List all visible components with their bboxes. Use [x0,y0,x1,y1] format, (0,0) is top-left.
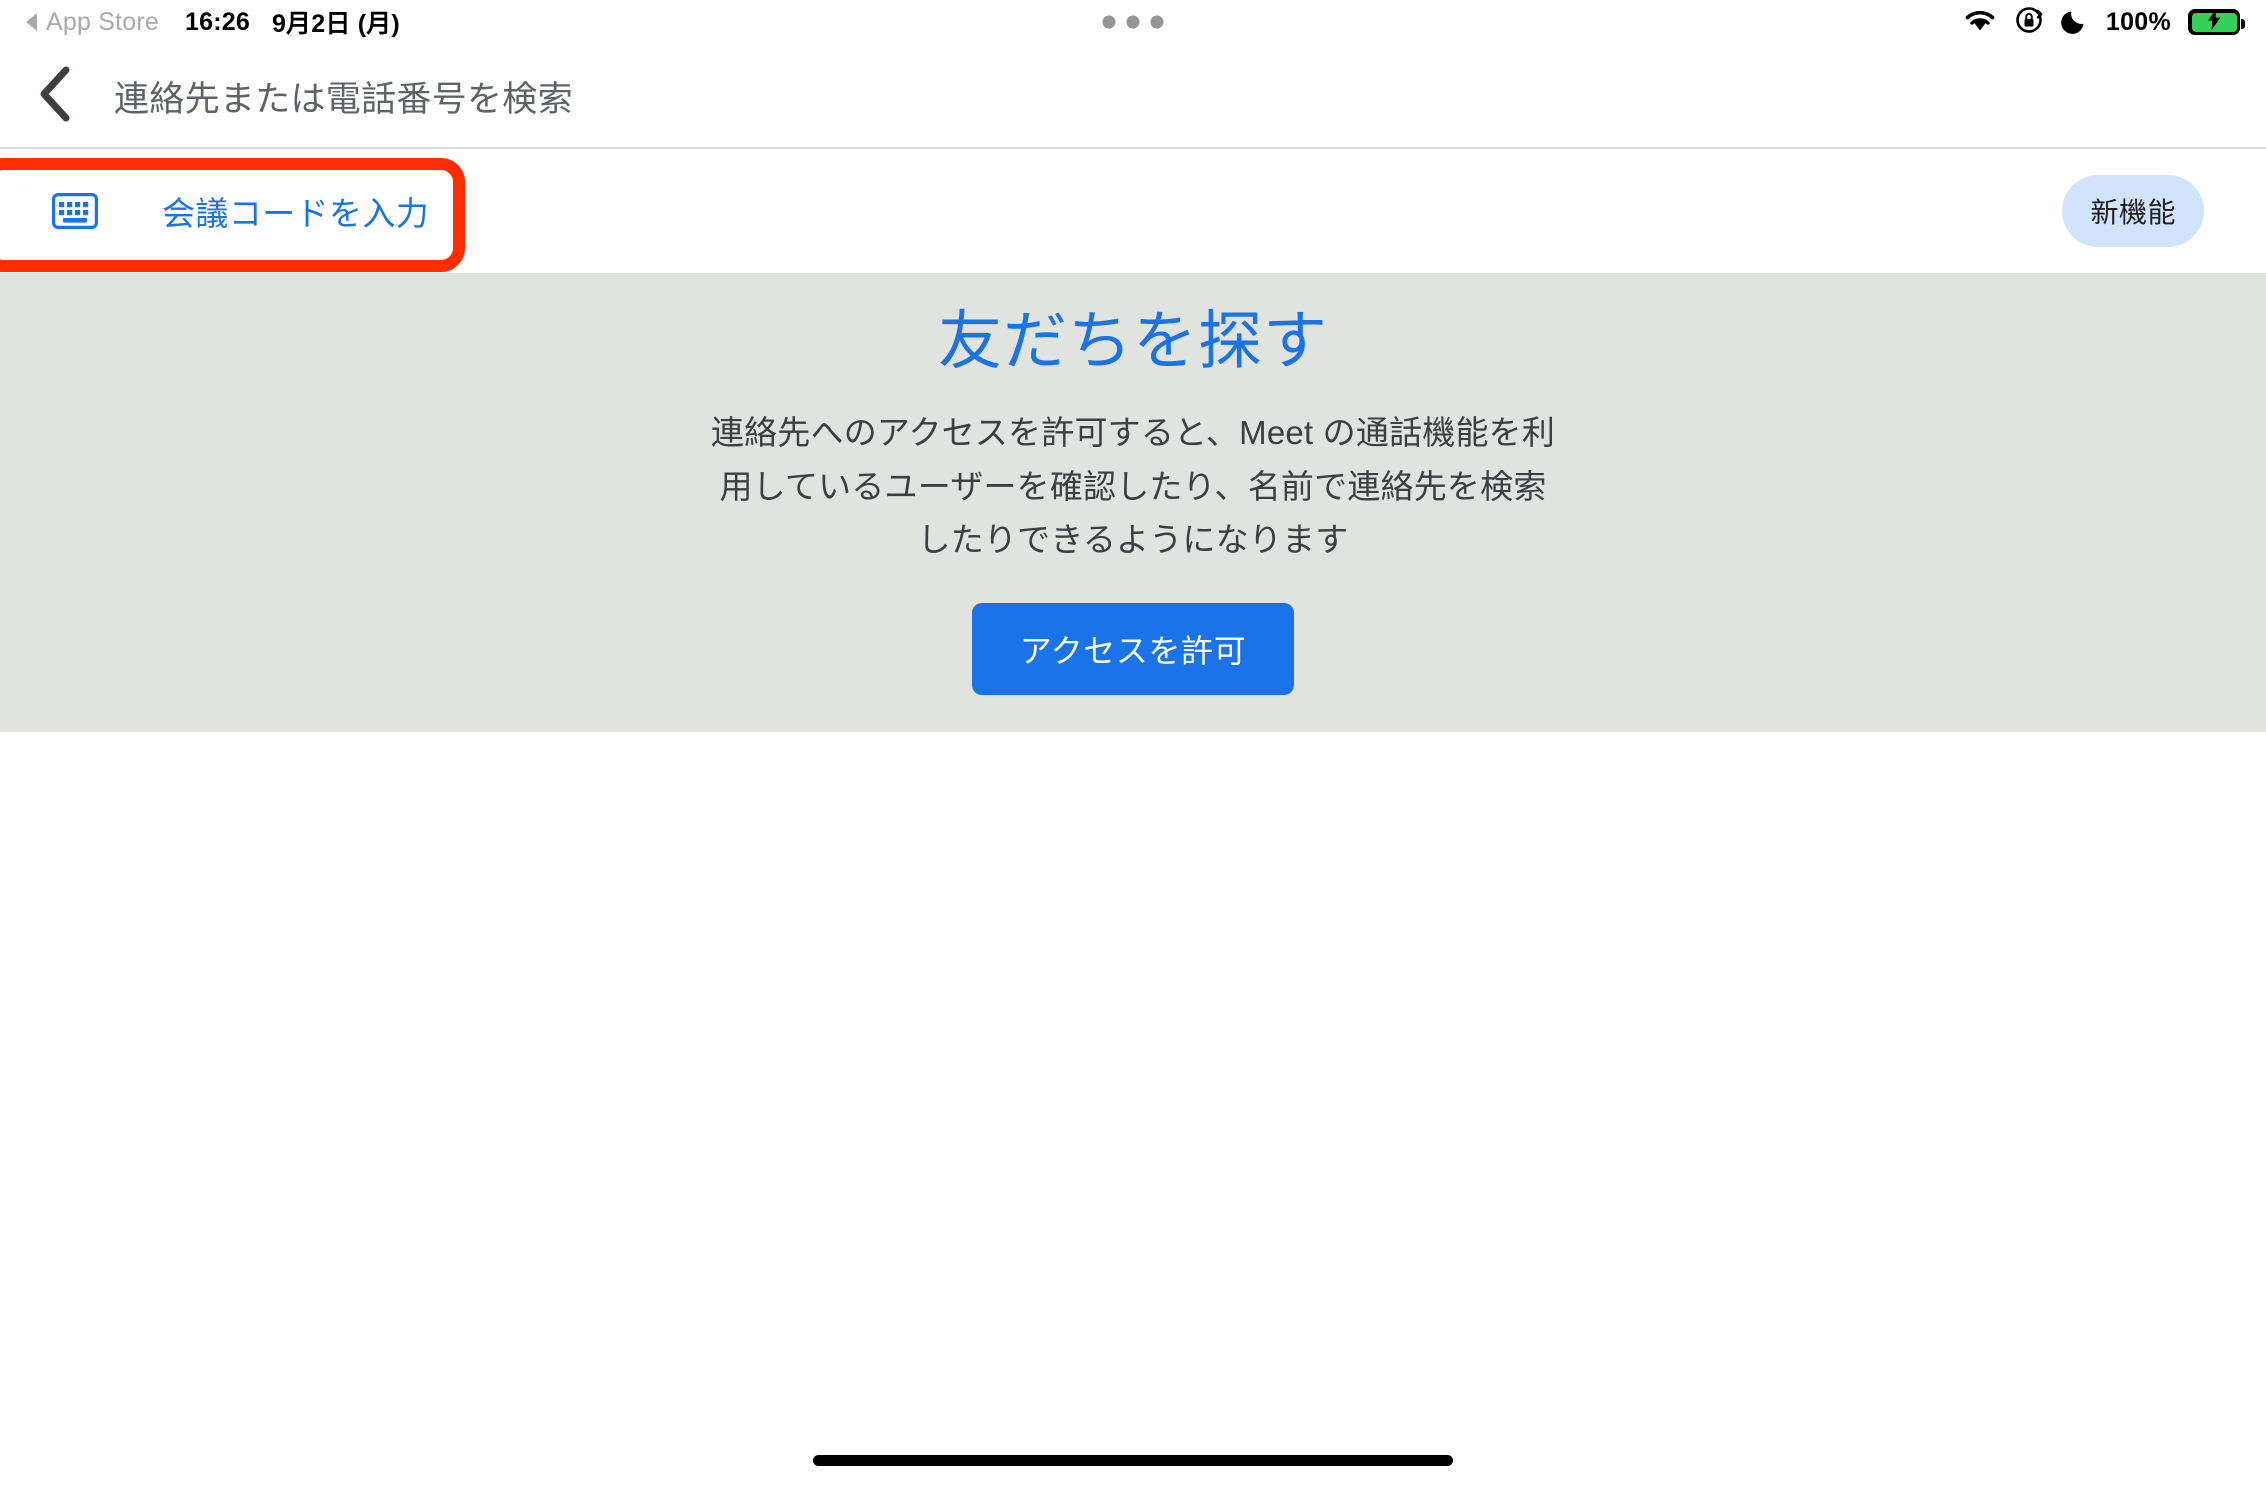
rotation-lock-icon [2014,5,2044,40]
status-bar-right: 100% [1963,5,2245,40]
battery-percent-label: 100% [2105,7,2171,36]
status-bar-left: App Store 16:26 9月2日 (月) [26,4,400,40]
status-bar-time: 16:26 [184,7,250,36]
dot [1102,15,1116,29]
three-dots-icon[interactable] [1102,15,1164,29]
triangle-left-icon[interactable] [26,13,37,31]
meeting-code-row[interactable]: 会議コードを入力 新機能 [0,149,2266,273]
panel-title: 友だちを探す [938,305,1328,377]
back-button[interactable] [10,50,102,142]
wifi-icon [1963,7,1997,38]
search-input[interactable]: 連絡先または電話番号を検索 [114,71,573,122]
status-bar-date: 9月2日 (月) [271,10,400,38]
back-to-app-label[interactable]: App Store [46,8,159,37]
new-feature-badge[interactable]: 新機能 [2062,175,2204,247]
dot [1150,15,1164,29]
panel-description: 連絡先へのアクセスを許可すると、Meet の通話機能を利用しているユーザーを確認… [710,414,1556,559]
battery-charging-icon [2188,9,2245,35]
allow-access-button[interactable]: アクセスを許可 [971,602,1295,695]
keyboard-icon [52,193,98,229]
app-screen: App Store 16:26 9月2日 (月) 100% 連絡先または電話番号… [0,0,2266,1488]
moon-icon [2061,6,2089,39]
home-indicator[interactable] [813,1455,1453,1466]
bolt-glyph [2207,9,2222,35]
find-friends-panel: 友だちを探す 連絡先へのアクセスを許可すると、Meet の通話機能を利用している… [0,273,2266,732]
enter-meeting-code-label[interactable]: 会議コードを入力 [162,187,429,235]
navigation-bar: 連絡先または電話番号を検索 [0,44,2266,148]
dot [1126,15,1140,29]
status-bar: App Store 16:26 9月2日 (月) 100% [0,0,2266,44]
chevron-left-icon [34,64,78,129]
